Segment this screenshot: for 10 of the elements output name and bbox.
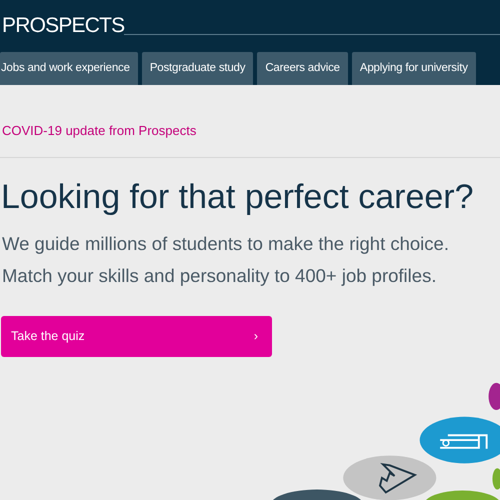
nav-tab[interactable]: Postgraduate study [142, 52, 254, 86]
quiz-button[interactable]: Take the quiz › [1, 316, 272, 357]
hero-subtitle: Match your skills and personality to 400+ job profiles. [1, 264, 436, 288]
nav-tab[interactable]: Applying for university [352, 52, 476, 86]
site-logo[interactable]: PROSPECTS [0, 15, 124, 36]
covid-update-link[interactable]: COVID-19 update from Prospects [0, 121, 196, 141]
hero-heading: Looking for that perfect career? [0, 180, 474, 214]
nav-tab[interactable]: Careers advice [257, 52, 348, 86]
nav-tab[interactable]: Jobs and work experience [0, 52, 138, 86]
hero-subtitle: We guide millions of students to make the right choice. [1, 232, 449, 256]
